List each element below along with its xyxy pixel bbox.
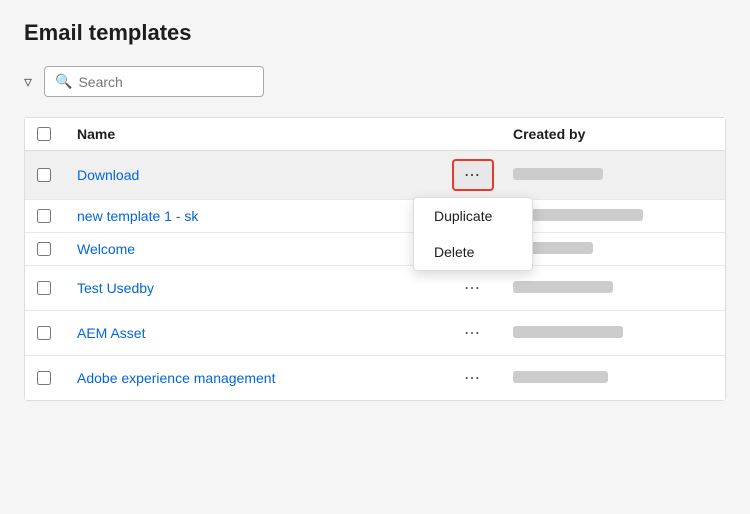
row-checkbox <box>37 281 77 295</box>
row-4-checkbox[interactable] <box>37 281 51 295</box>
delete-menu-item[interactable]: Delete <box>414 234 532 270</box>
toolbar: ▿ 🔍 <box>24 66 726 97</box>
search-input[interactable] <box>78 74 253 90</box>
row-6-actions: ⋯ <box>433 364 513 392</box>
select-all-checkbox[interactable] <box>37 127 51 141</box>
header-created-col: Created by <box>513 126 713 142</box>
row-checkbox <box>37 326 77 340</box>
email-templates-table: Name Created by Download ⋯ Duplicate Del… <box>24 117 726 401</box>
row-5-created-by <box>513 325 713 341</box>
row-3-created-by <box>513 241 713 257</box>
row-checkbox <box>37 242 77 256</box>
header-checkbox-col <box>37 126 77 142</box>
row-5-actions: ⋯ <box>433 319 513 347</box>
row-6-name[interactable]: Adobe experience management <box>77 370 433 386</box>
header-name-col: Name <box>77 126 433 142</box>
row-6-checkbox[interactable] <box>37 371 51 385</box>
row-checkbox <box>37 371 77 385</box>
row-3-name[interactable]: Welcome <box>77 241 433 257</box>
header-actions-col <box>433 126 513 142</box>
table-row: new template 1 - sk <box>25 200 725 233</box>
row-2-created-by <box>513 208 713 224</box>
search-box: 🔍 <box>44 66 264 97</box>
table-row: AEM Asset ⋯ <box>25 311 725 356</box>
table-header: Name Created by <box>25 118 725 151</box>
row-4-name[interactable]: Test Usedby <box>77 280 433 296</box>
row-6-menu-button[interactable]: ⋯ <box>454 364 492 392</box>
page-container: Email templates ▿ 🔍 Name Created by <box>0 0 750 514</box>
duplicate-menu-item[interactable]: Duplicate <box>414 198 532 234</box>
table-row: Download ⋯ Duplicate Delete <box>25 151 725 200</box>
row-5-name[interactable]: AEM Asset <box>77 325 433 341</box>
row-2-name[interactable]: new template 1 - sk <box>77 208 433 224</box>
row-5-menu-button[interactable]: ⋯ <box>454 319 492 347</box>
search-icon: 🔍 <box>55 73 72 90</box>
row-3-checkbox[interactable] <box>37 242 51 256</box>
row-2-checkbox[interactable] <box>37 209 51 223</box>
table-row: Adobe experience management ⋯ <box>25 356 725 400</box>
row-1-checkbox[interactable] <box>37 168 51 182</box>
row-1-created-by <box>513 167 713 183</box>
row-1-name[interactable]: Download <box>77 167 433 183</box>
row-4-actions: ⋯ <box>433 274 513 302</box>
row-5-checkbox[interactable] <box>37 326 51 340</box>
table-row: Welcome <box>25 233 725 266</box>
row-6-created-by <box>513 370 713 386</box>
row-1-menu-button[interactable]: ⋯ <box>452 159 494 191</box>
row-1-actions: ⋯ Duplicate Delete <box>433 159 513 191</box>
page-title: Email templates <box>24 20 726 46</box>
row-4-menu-button[interactable]: ⋯ <box>454 274 492 302</box>
row-checkbox <box>37 209 77 223</box>
row-4-created-by <box>513 280 713 296</box>
filter-icon[interactable]: ▿ <box>24 72 32 92</box>
table-row: Test Usedby ⋯ <box>25 266 725 311</box>
row-checkbox <box>37 168 77 182</box>
context-menu: Duplicate Delete <box>413 197 533 271</box>
